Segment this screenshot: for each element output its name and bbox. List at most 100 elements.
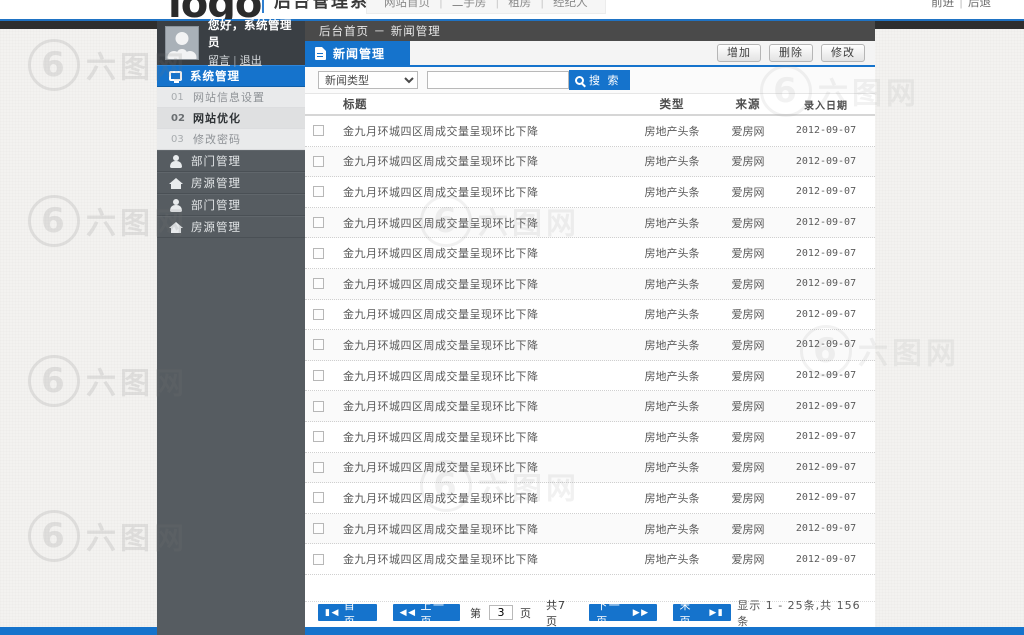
page-number-input[interactable] xyxy=(488,605,513,620)
table-row[interactable]: 金九月环城四区周成交量呈现环比下降 房地产头条 爱房网 2012-09-07 xyxy=(305,513,875,545)
row-checkbox-cell[interactable] xyxy=(305,278,331,290)
edit-button[interactable]: 修改 xyxy=(821,44,865,62)
sidebar-subitem-site-optimization[interactable]: 02 网站优化 xyxy=(157,108,305,129)
cell-type: 房地产头条 xyxy=(644,277,700,291)
row-checkbox[interactable] xyxy=(312,461,324,473)
row-checkbox-cell[interactable] xyxy=(305,125,331,137)
cell-title: 金九月环城四区周成交量呈现环比下降 xyxy=(343,400,539,414)
row-checkbox-cell[interactable] xyxy=(305,186,331,198)
row-checkbox[interactable] xyxy=(312,431,324,443)
row-checkbox[interactable] xyxy=(312,553,324,565)
user-greeting: 您好，系统管理员 xyxy=(208,17,292,49)
column-header-source: 来源 xyxy=(735,97,761,111)
table-row[interactable]: 金九月环城四区周成交量呈现环比下降 房地产头条 爱房网 2012-09-07 xyxy=(305,268,875,300)
row-checkbox[interactable] xyxy=(312,247,324,259)
sidebar-item-property-management-2[interactable]: 房源管理 xyxy=(157,216,305,238)
row-checkbox[interactable] xyxy=(312,155,324,167)
row-checkbox[interactable] xyxy=(312,308,324,320)
table-row[interactable]: 金九月环城四区周成交量呈现环比下降 房地产头条 爱房网 2012-09-07 xyxy=(305,207,875,239)
sidebar-item-department-management-1[interactable]: 部门管理 xyxy=(157,150,305,172)
table-row[interactable]: 金九月环城四区周成交量呈现环比下降 房地产头条 爱房网 2012-09-07 xyxy=(305,116,875,147)
cell-source: 爱房网 xyxy=(731,430,765,444)
cell-type: 房地产头条 xyxy=(644,461,700,475)
row-checkbox-cell[interactable] xyxy=(305,155,331,167)
table-header: 标题 类型 来源 录入日期 xyxy=(305,94,875,116)
row-checkbox[interactable] xyxy=(312,186,324,198)
row-checkbox[interactable] xyxy=(312,217,324,229)
cell-date: 2012-09-07 xyxy=(795,553,857,565)
row-checkbox[interactable] xyxy=(312,339,324,351)
sidebar-subitem-site-info-settings[interactable]: 01 网站信息设置 xyxy=(157,87,305,108)
tab-news-management[interactable]: 新闻管理 xyxy=(305,41,410,65)
row-checkbox[interactable] xyxy=(312,492,324,504)
prev-page-button[interactable]: ◀◀ 上一页 xyxy=(392,599,460,628)
sidebar-subitem-change-password[interactable]: 03 修改密码 xyxy=(157,129,305,150)
message-link[interactable]: 留言 xyxy=(208,54,230,67)
cell-source: 爱房网 xyxy=(731,277,765,291)
row-checkbox-cell[interactable] xyxy=(305,339,331,351)
search-input[interactable] xyxy=(427,71,569,89)
row-checkbox-cell[interactable] xyxy=(305,461,331,473)
row-checkbox[interactable] xyxy=(312,278,324,290)
last-page-button[interactable]: 末 页 ▶▮ xyxy=(672,599,732,628)
nav-item-agent[interactable]: 经纪人 xyxy=(544,0,597,9)
watermark-mark: 6 xyxy=(28,509,80,562)
row-checkbox[interactable] xyxy=(312,370,324,382)
person-icon xyxy=(169,198,183,212)
next-page-label: 下一页 xyxy=(596,598,622,628)
row-checkbox-cell[interactable] xyxy=(305,217,331,229)
row-checkbox-cell[interactable] xyxy=(305,247,331,259)
sidebar-item-property-management-1[interactable]: 房源管理 xyxy=(157,172,305,194)
row-checkbox-cell[interactable] xyxy=(305,370,331,382)
cell-date: 2012-09-07 xyxy=(795,217,857,229)
delete-button[interactable]: 删除 xyxy=(769,44,813,62)
row-checkbox-cell[interactable] xyxy=(305,492,331,504)
next-page-button[interactable]: 下一页 ▶▶ xyxy=(589,599,657,628)
nav-item-secondhand[interactable]: 二手房 xyxy=(443,0,496,9)
add-button[interactable]: 增加 xyxy=(717,44,761,62)
row-checkbox-cell[interactable] xyxy=(305,400,331,412)
last-page-icon: ▶▮ xyxy=(709,607,725,618)
back-link[interactable]: 后退 xyxy=(963,0,996,9)
cell-date: 2012-09-07 xyxy=(795,247,857,259)
page-prefix-label: 第 xyxy=(469,606,482,620)
logout-link[interactable]: 退出 xyxy=(240,54,262,67)
news-type-select[interactable]: 新闻类型 xyxy=(318,71,418,89)
table-row[interactable]: 金九月环城四区周成交量呈现环比下降 房地产头条 爱房网 2012-09-07 xyxy=(305,238,875,269)
table-row[interactable]: 金九月环城四区周成交量呈现环比下降 房地产头条 爱房网 2012-09-07 xyxy=(305,360,875,392)
cell-date: 2012-09-07 xyxy=(795,523,857,535)
total-pages-label: 共7页 xyxy=(545,598,566,628)
house-icon xyxy=(169,221,183,234)
table-row[interactable]: 金九月环城四区周成交量呈现环比下降 房地产头条 爱房网 2012-09-07 xyxy=(305,299,875,331)
cell-type: 房地产头条 xyxy=(644,185,700,199)
document-icon xyxy=(315,46,326,60)
row-checkbox[interactable] xyxy=(312,400,324,412)
table-row[interactable]: 金九月环城四区周成交量呈现环比下降 房地产头条 爱房网 2012-09-07 xyxy=(305,544,875,575)
row-checkbox-cell[interactable] xyxy=(305,308,331,320)
row-checkbox-cell[interactable] xyxy=(305,431,331,443)
main-panel: 后台首页 － 新闻管理 新闻管理 增加 删除 修改 新闻类型 搜 索 标题 类型… xyxy=(305,21,875,635)
table-row[interactable]: 金九月环城四区周成交量呈现环比下降 房地产头条 爱房网 2012-09-07 xyxy=(305,330,875,361)
row-checkbox-cell[interactable] xyxy=(305,553,331,565)
first-page-button[interactable]: ▮◀ 首 页 xyxy=(318,599,377,628)
forward-link[interactable]: 前进 xyxy=(926,0,959,9)
cell-title: 金九月环城四区周成交量呈现环比下降 xyxy=(343,247,539,261)
table-row[interactable]: 金九月环城四区周成交量呈现环比下降 房地产头条 爱房网 2012-09-07 xyxy=(305,177,875,208)
row-checkbox[interactable] xyxy=(312,125,324,137)
row-checkbox-cell[interactable] xyxy=(305,523,331,535)
cell-source: 爱房网 xyxy=(731,461,765,475)
sidebar-item-department-management-2[interactable]: 部门管理 xyxy=(157,194,305,216)
table-row[interactable]: 金九月环城四区周成交量呈现环比下降 房地产头条 爱房网 2012-09-07 xyxy=(305,452,875,484)
search-button[interactable]: 搜 索 xyxy=(569,70,630,90)
cell-date: 2012-09-07 xyxy=(795,186,857,198)
cell-title: 金九月环城四区周成交量呈现环比下降 xyxy=(343,216,539,230)
table-row[interactable]: 金九月环城四区周成交量呈现环比下降 房地产头条 爱房网 2012-09-07 xyxy=(305,146,875,178)
row-checkbox[interactable] xyxy=(312,523,324,535)
cell-type: 房地产头条 xyxy=(644,338,700,352)
nav-item-rent[interactable]: 租房 xyxy=(499,0,540,9)
nav-item-home[interactable]: 网站首页 xyxy=(375,0,439,9)
table-row[interactable]: 金九月环城四区周成交量呈现环比下降 房地产头条 爱房网 2012-09-07 xyxy=(305,391,875,422)
table-row[interactable]: 金九月环城四区周成交量呈现环比下降 房地产头条 爱房网 2012-09-07 xyxy=(305,483,875,514)
table-row[interactable]: 金九月环城四区周成交量呈现环比下降 房地产头条 爱房网 2012-09-07 xyxy=(305,421,875,453)
